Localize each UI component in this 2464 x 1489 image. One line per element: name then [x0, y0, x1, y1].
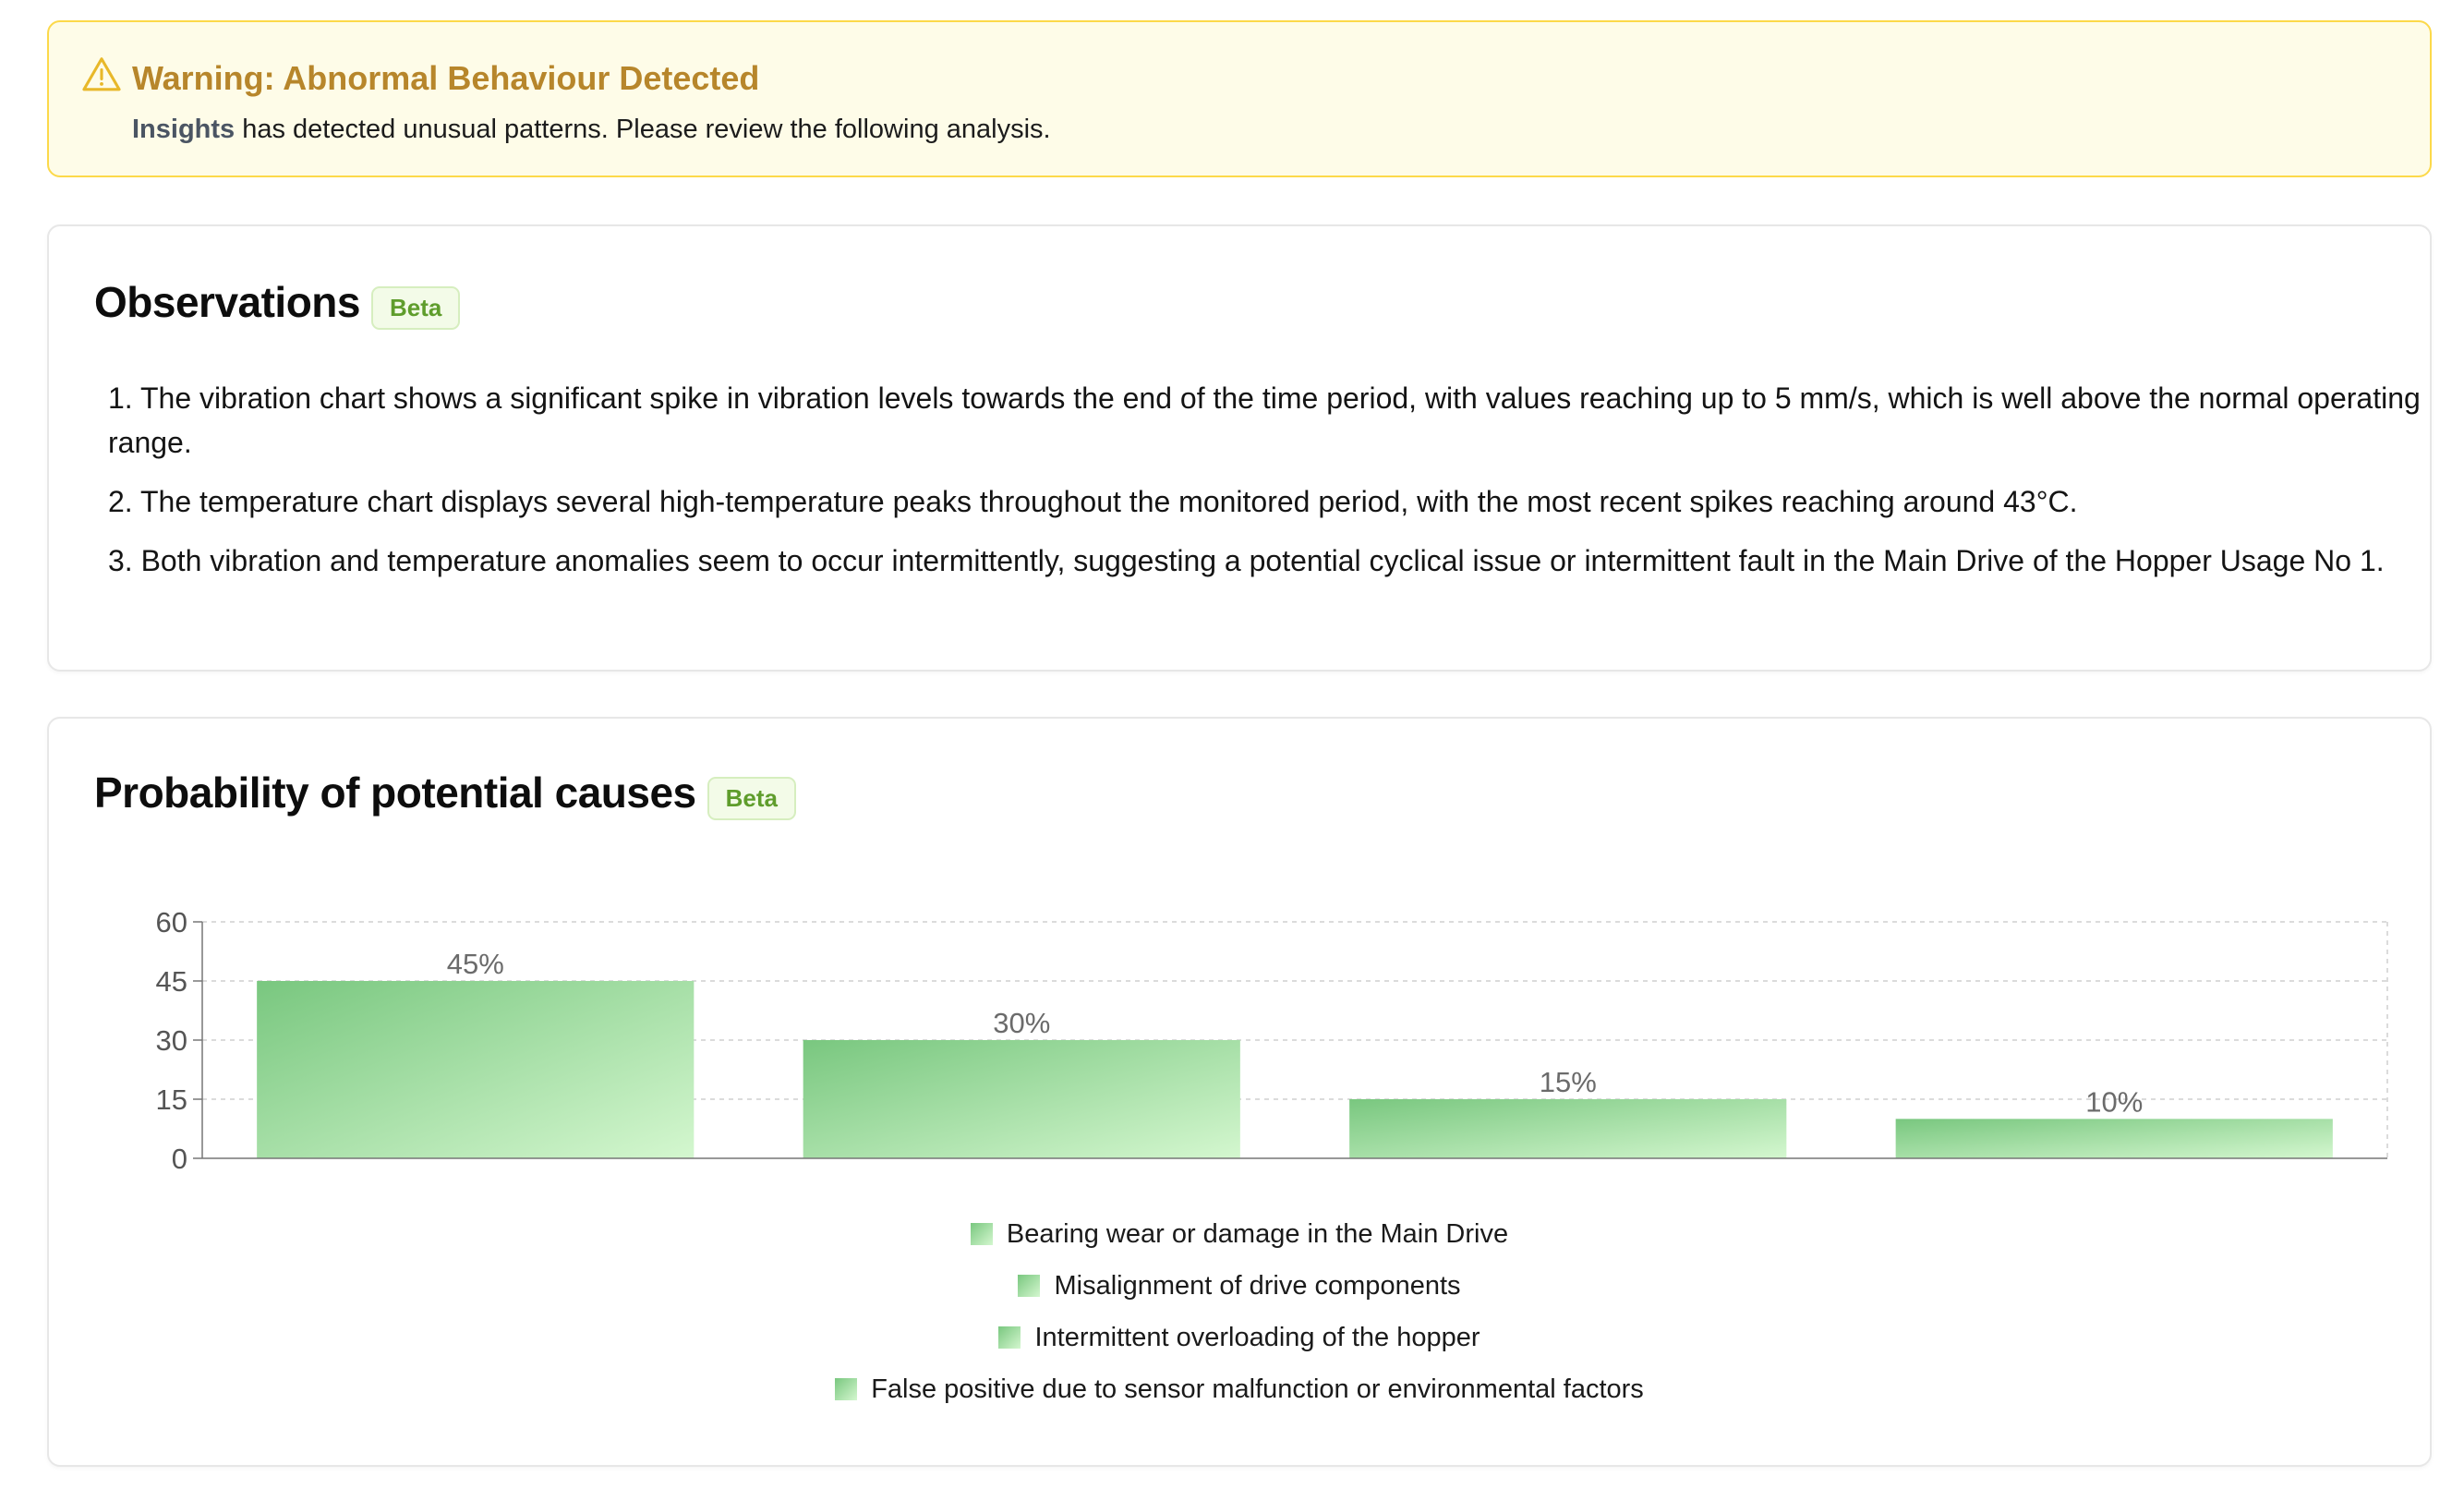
observations-title: Observations [94, 278, 361, 326]
observation-item: 2. The temperature chart displays severa… [108, 485, 2078, 518]
legend-label: Bearing wear or damage in the Main Drive [1006, 1218, 1509, 1249]
legend-item: Intermittent overloading of the hopper [998, 1312, 1480, 1363]
bar [1895, 1119, 2333, 1158]
y-tick-label: 0 [172, 1143, 187, 1175]
bar-data-label: 10% [2085, 1085, 2143, 1118]
legend-item: Misalignment of drive components [1018, 1260, 1461, 1312]
bar-data-label: 15% [1540, 1066, 1597, 1098]
legend-swatch [998, 1326, 1021, 1349]
causes-bar-chart: 0 15 30 45 60 45% 30% 15% 10% [156, 906, 2388, 1175]
warning-title: Warning: Abnormal Behaviour Detected [132, 59, 760, 97]
bar-data-label: 30% [993, 1007, 1050, 1039]
y-tick-label: 45 [156, 965, 187, 998]
bar [257, 981, 695, 1158]
chart-legend: Bearing wear or damage in the Main Drive… [49, 1208, 2430, 1415]
y-tick-label: 15 [156, 1083, 187, 1116]
warning-message: Insights has detected unusual patterns. … [132, 115, 1051, 145]
observation-item: 3. Both vibration and temperature anomal… [108, 544, 2385, 577]
legend-label: Misalignment of drive components [1054, 1270, 1461, 1301]
legend-label: Intermittent overloading of the hopper [1034, 1322, 1480, 1352]
bar-data-label: 45% [447, 948, 504, 980]
y-tick-label: 60 [156, 906, 187, 938]
warning-banner: Warning: Abnormal Behaviour Detected Ins… [47, 20, 2432, 177]
bar [1349, 1099, 1787, 1158]
legend-swatch [1018, 1275, 1041, 1297]
legend-item: Bearing wear or damage in the Main Drive [970, 1208, 1509, 1260]
warning-message-text: has detected unusual patterns. Please re… [242, 115, 1051, 144]
observation-item: 1. The vibration chart shows a significa… [108, 381, 2421, 459]
beta-badge: Beta [371, 285, 461, 330]
legend-swatch [970, 1223, 993, 1245]
warning-triangle-icon [82, 57, 121, 91]
observations-header: Observations Beta [94, 277, 461, 330]
legend-label: False positive due to sensor malfunction… [871, 1374, 1644, 1404]
causes-card: Probability of potential causes Beta 0 15… [47, 717, 2432, 1467]
legend-item: False positive due to sensor malfunction… [835, 1363, 1644, 1415]
insights-label: Insights [132, 115, 236, 144]
bar [803, 1040, 1240, 1158]
observations-card: Observations Beta 1. The vibration chart… [47, 224, 2432, 672]
observations-list: 1. The vibration chart shows a significa… [108, 376, 2435, 598]
legend-swatch [835, 1378, 858, 1400]
y-tick-label: 30 [156, 1024, 187, 1057]
